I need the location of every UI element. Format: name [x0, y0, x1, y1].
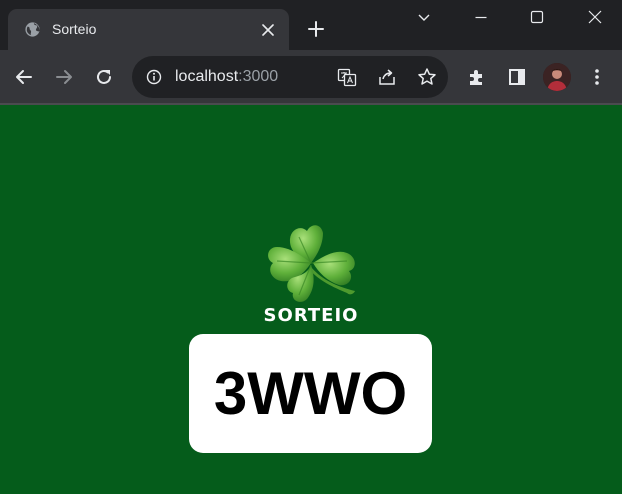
site-info-icon[interactable] [146, 69, 162, 85]
brand-logo-text: SORTEIO [263, 305, 359, 326]
globe-icon [24, 21, 41, 38]
profile-avatar[interactable] [543, 63, 571, 91]
side-panel-icon[interactable] [503, 63, 531, 91]
url-port: :3000 [238, 68, 279, 85]
draw-code-card: 3WWO [189, 334, 432, 453]
tab-title: Sorteio [52, 21, 97, 37]
four-leaf-clover-icon [268, 225, 355, 302]
url-text[interactable]: localhost:3000 [175, 68, 278, 86]
back-arrow-icon[interactable] [10, 63, 38, 91]
close-window-icon[interactable] [580, 2, 610, 32]
tab-search-chevron-icon[interactable] [409, 2, 439, 32]
tab-strip: Sorteio [0, 0, 622, 50]
close-tab-icon[interactable] [258, 20, 278, 40]
maximize-icon[interactable] [522, 2, 552, 32]
more-menu-icon[interactable] [583, 63, 611, 91]
new-tab-icon[interactable] [304, 17, 328, 41]
page-viewport: SORTEIO 3WWO [0, 105, 622, 494]
minimize-icon[interactable] [466, 2, 496, 32]
address-bar[interactable]: localhost:3000 [132, 56, 448, 98]
forward-arrow-icon[interactable] [50, 63, 78, 91]
translate-icon[interactable] [336, 66, 358, 88]
share-icon[interactable] [376, 66, 398, 88]
extensions-puzzle-icon[interactable] [463, 63, 491, 91]
browser-toolbar: localhost:3000 [0, 50, 622, 104]
bookmark-star-icon[interactable] [416, 66, 438, 88]
draw-code-text: 3WWO [213, 360, 408, 427]
tab-sorteio[interactable]: Sorteio [8, 9, 289, 50]
url-host: localhost [175, 68, 239, 85]
reload-icon[interactable] [90, 63, 118, 91]
